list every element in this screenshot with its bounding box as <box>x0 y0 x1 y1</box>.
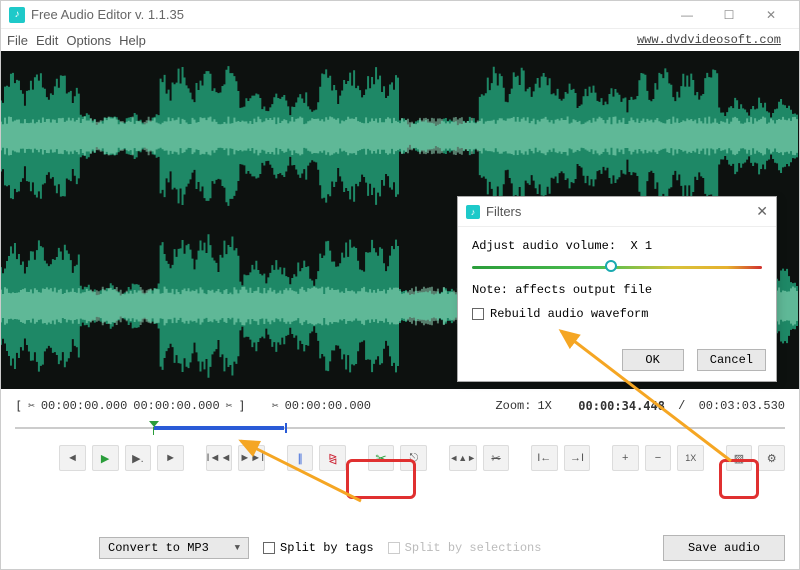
skip-back-button[interactable]: I◄◄ <box>206 445 233 471</box>
ok-button[interactable]: OK <box>622 349 684 371</box>
menu-options[interactable]: Options <box>66 33 111 48</box>
rebuild-checkbox[interactable] <box>472 308 484 320</box>
play-button[interactable]: ▶ <box>92 445 119 471</box>
menu-help[interactable]: Help <box>119 33 146 48</box>
convert-value: Convert to MP3 <box>108 541 209 555</box>
scissors-icon: ✂ <box>226 399 233 413</box>
marker-button[interactable]: ∥ <box>287 445 314 471</box>
split-tags-checkbox[interactable]: Split by tags <box>263 541 374 555</box>
cut-button[interactable]: ✂ <box>368 445 395 471</box>
filters-dialog: ♪ Filters ✕ Adjust audio volume: X 1 Not… <box>457 196 777 382</box>
slider-thumb[interactable] <box>605 260 617 272</box>
skip-fwd-button[interactable]: ►►I <box>238 445 265 471</box>
duration-time: 00:03:03.530 <box>699 399 785 413</box>
bracket-right: ] <box>238 399 245 413</box>
trim-out-button[interactable]: ◄▲► <box>449 445 477 471</box>
zoom-in-button[interactable]: + <box>612 445 639 471</box>
rebuild-label: Rebuild audio waveform <box>490 307 648 321</box>
filters-button[interactable]: ⚙ <box>758 445 785 471</box>
zoom-label: Zoom: <box>495 399 531 413</box>
prev-button[interactable]: ◄ <box>59 445 86 471</box>
split-selections-label: Split by selections <box>405 541 542 555</box>
split-button[interactable]: ⎋ <box>400 445 427 471</box>
volume-value: X 1 <box>630 239 652 253</box>
toolbar: ◄ ▶ ▶. ► I◄◄ ►►I ∥ ⧎ ✂ ⎋ ◄▲► ✂ I← →I + −… <box>1 445 799 475</box>
save-audio-button[interactable]: Save audio <box>663 535 785 561</box>
image-button[interactable]: ▨ <box>726 445 753 471</box>
minimize-button[interactable]: — <box>667 3 707 27</box>
close-icon[interactable]: ✕ <box>756 203 768 220</box>
split-tags-label: Split by tags <box>280 541 374 555</box>
chevron-down-icon: ▼ <box>235 543 240 553</box>
playhead[interactable] <box>149 421 159 435</box>
volume-label: Adjust audio volume: <box>472 239 616 253</box>
scissors-icon: ✂ <box>272 399 279 413</box>
volume-slider[interactable] <box>472 263 762 271</box>
note-text: Note: affects output file <box>472 283 762 297</box>
convert-dropdown[interactable]: Convert to MP3 ▼ <box>99 537 249 559</box>
timeline[interactable] <box>15 421 785 435</box>
record-marker-button[interactable]: ⧎ <box>319 445 346 471</box>
split-selections-checkbox: Split by selections <box>388 541 542 555</box>
position-time: 00:00:34.448 <box>578 399 665 413</box>
scissors-icon: ✂ <box>28 399 35 413</box>
maximize-button[interactable]: ☐ <box>709 3 749 27</box>
zoom-out-button[interactable]: − <box>645 445 672 471</box>
bracket-left: [ <box>15 399 22 413</box>
website-link[interactable]: www.dvdvideosoft.com <box>637 33 781 47</box>
cancel-button[interactable]: Cancel <box>697 349 766 371</box>
play-selection-button[interactable]: ▶. <box>125 445 152 471</box>
sel-end-button[interactable]: →I <box>564 445 591 471</box>
delete-button[interactable]: ✂ <box>483 445 510 471</box>
window-title: Free Audio Editor v. 1.1.35 <box>31 7 184 22</box>
sel-start-button[interactable]: I← <box>531 445 558 471</box>
selection-start: 00:00:00.000 <box>41 399 127 413</box>
time-separator: / <box>671 399 693 413</box>
dialog-title: Filters <box>486 204 521 219</box>
music-note-icon: ♪ <box>466 205 480 219</box>
zoom-value: 1X <box>537 399 551 413</box>
menu-edit[interactable]: Edit <box>36 33 58 48</box>
cursor-time: 00:00:00.000 <box>285 399 371 413</box>
menu-file[interactable]: File <box>7 33 28 48</box>
app-icon: ♪ <box>9 7 25 23</box>
selection-end: 00:00:00.000 <box>133 399 219 413</box>
next-button[interactable]: ► <box>157 445 184 471</box>
zoom-1x-button[interactable]: 1X <box>677 445 704 471</box>
close-button[interactable]: ✕ <box>751 3 791 27</box>
